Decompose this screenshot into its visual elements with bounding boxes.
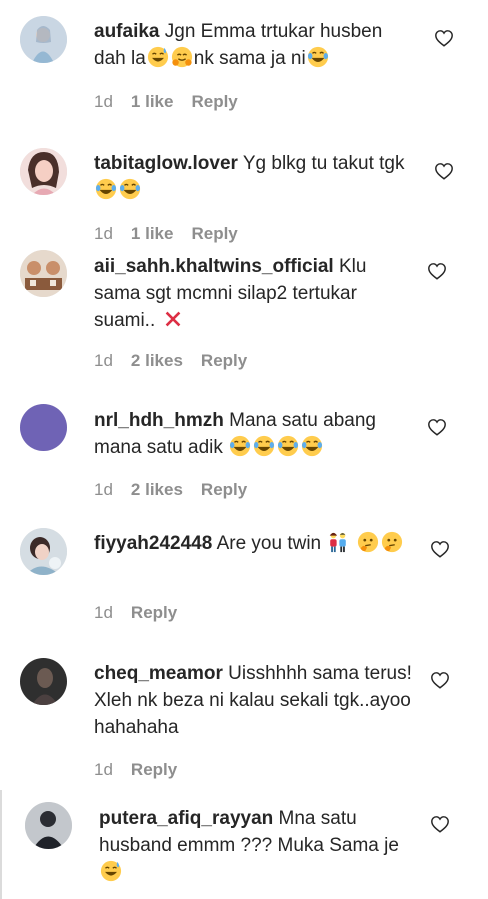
tears-of-joy-emoji-icon [277, 435, 299, 457]
heart-outline-icon[interactable] [427, 262, 447, 280]
comment-item: aufaika Jgn Emma trtukar husben dah la nk… [0, 0, 488, 130]
comment-time[interactable]: 1d [94, 351, 113, 370]
comment-username[interactable]: putera_afiq_rayyan [99, 808, 273, 829]
comment-meta: 1d 2 likes Reply [94, 351, 247, 371]
avatar[interactable] [20, 658, 67, 705]
avatar[interactable] [20, 404, 67, 451]
avatar[interactable] [20, 528, 67, 575]
comment-item: nrl_hdh_hmzh Mana satu abang mana satu a… [0, 380, 488, 510]
comment-username[interactable]: tabitaglow.lover [94, 153, 238, 174]
comment-body-continued: nk sama ja ni [193, 48, 306, 69]
comment-time[interactable]: 1d [94, 480, 113, 499]
comment-body: Are you twin [216, 533, 322, 554]
comment-item: fiyyah242448 Are you twin 1d Reply [0, 510, 488, 640]
comment-text: fiyyah242448 Are you twin [94, 530, 414, 557]
reply-button[interactable]: Reply [201, 351, 247, 370]
heart-outline-icon[interactable] [430, 540, 450, 558]
tears-of-joy-emoji-icon [301, 435, 323, 457]
grinning-sweat-emoji-icon [100, 860, 122, 882]
comment-text: putera_afiq_rayyan Mna satu husband emmm… [99, 805, 399, 886]
comment-username[interactable]: fiyyah242448 [94, 533, 212, 554]
comment-item: aii_sahh.khaltwins_official Klu sama sgt… [0, 250, 488, 380]
tears-of-joy-emoji-icon [119, 178, 141, 200]
comment-text: cheq_meamor Uisshhhh sama terus! Xleh nk… [94, 660, 414, 741]
comment-meta: 1d Reply [94, 760, 177, 780]
comment-meta: 1d Reply [94, 603, 177, 623]
hugging-face-emoji-icon [171, 46, 193, 68]
tears-of-joy-emoji-icon [95, 178, 117, 200]
comment-text: aii_sahh.khaltwins_official Klu sama sgt… [94, 253, 414, 334]
comment-username[interactable]: nrl_hdh_hmzh [94, 410, 224, 431]
comment-username[interactable]: aii_sahh.khaltwins_official [94, 256, 334, 277]
tears-of-joy-emoji-icon [229, 435, 251, 457]
heart-outline-icon[interactable] [430, 815, 450, 833]
reply-button[interactable]: Reply [191, 224, 237, 243]
heart-outline-icon[interactable] [434, 162, 454, 180]
comment-body: Yg blkg tu takut tgk [242, 153, 405, 174]
comment-item: putera_afiq_rayyan Mna satu husband emmm… [0, 790, 488, 899]
comment-likes[interactable]: 2 likes [131, 480, 183, 499]
avatar[interactable] [20, 148, 67, 195]
comment-text: aufaika Jgn Emma trtukar husben dah la nk… [94, 18, 414, 72]
comment-item: cheq_meamor Uisshhhh sama terus! Xleh nk… [0, 640, 488, 790]
avatar[interactable] [20, 250, 67, 297]
comment-username[interactable]: cheq_meamor [94, 663, 223, 684]
couple-emoji-icon [327, 531, 349, 553]
comment-meta: 1d 1 like Reply [94, 92, 238, 112]
comment-item: tabitaglow.lover Yg blkg tu takut tgk 1d… [0, 130, 488, 250]
comment-text: tabitaglow.lover Yg blkg tu takut tgk [94, 150, 414, 204]
comment-time[interactable]: 1d [94, 760, 113, 779]
comment-likes[interactable]: 2 likes [131, 351, 183, 370]
tears-of-joy-emoji-icon [307, 46, 329, 68]
comment-meta: 1d 1 like Reply [94, 224, 238, 244]
reply-button[interactable]: Reply [131, 603, 177, 622]
grinning-sweat-emoji-icon [147, 46, 169, 68]
cross-mark-emoji-icon [162, 308, 184, 330]
reply-button[interactable]: Reply [131, 760, 177, 779]
avatar[interactable] [25, 802, 72, 849]
reply-button[interactable]: Reply [201, 480, 247, 499]
avatar[interactable] [20, 16, 67, 63]
comment-likes[interactable]: 1 like [131, 92, 174, 111]
tears-of-joy-emoji-icon [253, 435, 275, 457]
comment-text: nrl_hdh_hmzh Mana satu abang mana satu a… [94, 407, 414, 461]
comment-likes[interactable]: 1 like [131, 224, 174, 243]
comment-time[interactable]: 1d [94, 224, 113, 243]
thinking-face-emoji-icon [357, 531, 379, 553]
heart-outline-icon[interactable] [430, 671, 450, 689]
heart-outline-icon[interactable] [434, 29, 454, 47]
comment-meta: 1d 2 likes Reply [94, 480, 247, 500]
comment-time[interactable]: 1d [94, 92, 113, 111]
reply-button[interactable]: Reply [191, 92, 237, 111]
comment-time[interactable]: 1d [94, 603, 113, 622]
heart-outline-icon[interactable] [427, 418, 447, 436]
thinking-face-emoji-icon [381, 531, 403, 553]
comment-username[interactable]: aufaika [94, 21, 159, 42]
